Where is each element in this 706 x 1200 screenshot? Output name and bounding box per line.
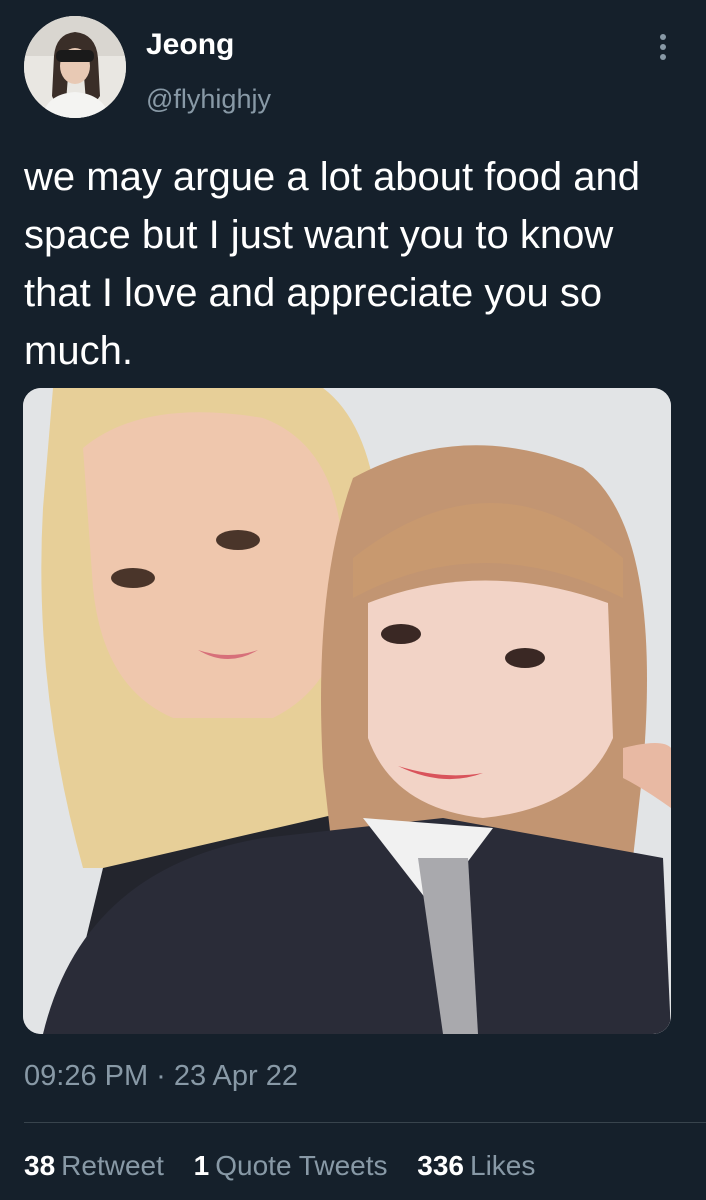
author-avatar[interactable]: [24, 16, 126, 118]
author-name[interactable]: Jeong: [146, 28, 234, 62]
retweets-count: 38: [24, 1150, 56, 1181]
quote-tweets-stat[interactable]: 1 Quote Tweets: [194, 1150, 388, 1182]
photo-image: [23, 388, 671, 1034]
timestamp-separator: ·: [156, 1060, 166, 1092]
avatar-image: [24, 16, 126, 118]
tweet-timestamp[interactable]: 09:26 PM · 23 Apr 22: [24, 1060, 298, 1093]
tweet-stats: 38 Retweet 1 Quote Tweets 336 Likes: [24, 1150, 557, 1182]
author-handle[interactable]: @flyhighjy: [146, 84, 271, 115]
likes-stat[interactable]: 336 Likes: [417, 1150, 535, 1182]
quote-tweets-count: 1: [193, 1150, 210, 1181]
tweet-date: 23 Apr 22: [173, 1060, 298, 1092]
quote-tweets-label: Quote Tweets: [215, 1150, 388, 1181]
tweet-photo[interactable]: [23, 388, 671, 1034]
likes-count: 336: [417, 1150, 464, 1181]
retweets-stat[interactable]: 38 Retweet: [24, 1150, 164, 1182]
tweet-text: we may argue a lot about food and space …: [24, 155, 640, 373]
likes-label: Likes: [470, 1150, 536, 1181]
retweets-label: Retweet: [61, 1150, 164, 1181]
tweet-time: 09:26 PM: [24, 1060, 149, 1092]
more-vertical-icon[interactable]: [652, 34, 674, 66]
stats-divider: [24, 1122, 706, 1123]
